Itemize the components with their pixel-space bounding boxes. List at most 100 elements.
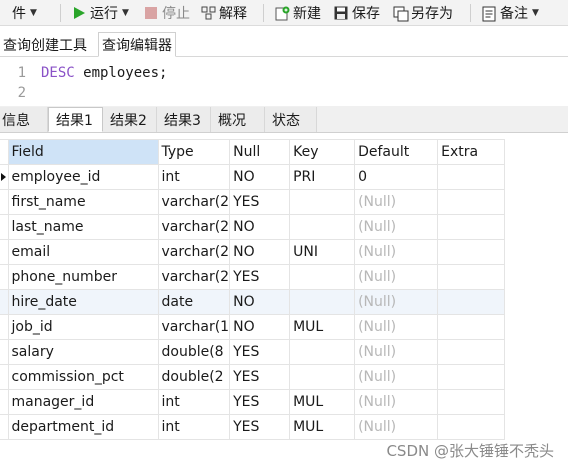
new-button[interactable]: 新建 — [275, 3, 321, 23]
cell-field[interactable]: commission_pct — [7, 364, 159, 390]
cell-default[interactable]: (Null) — [354, 414, 439, 440]
cell-null[interactable]: NO — [229, 289, 291, 315]
cell-null[interactable]: NO — [229, 314, 291, 340]
cell-extra[interactable] — [437, 289, 506, 315]
table-row[interactable]: department_id int YES MUL (Null) — [0, 414, 506, 440]
column-header-type[interactable]: Type — [157, 139, 231, 165]
tab-query-editor[interactable]: 查询编辑器 — [98, 32, 176, 57]
cell-extra[interactable] — [437, 164, 506, 190]
tab-result-1[interactable]: 结果1 — [48, 107, 103, 132]
cell-key[interactable]: MUL — [289, 414, 356, 440]
cell-null[interactable]: YES — [229, 414, 291, 440]
column-header-null[interactable]: Null — [229, 139, 291, 165]
tab-query-builder[interactable]: 查询创建工具 — [0, 32, 90, 57]
cell-null[interactable]: YES — [229, 389, 291, 415]
run-button[interactable]: 运行 ▼ — [72, 3, 129, 23]
cell-type[interactable]: double(8 — [157, 339, 231, 365]
cell-default[interactable]: 0 — [354, 164, 439, 190]
tab-result-3[interactable]: 结果3 — [157, 107, 211, 132]
tab-info[interactable]: 信息 — [0, 107, 48, 132]
row-gutter[interactable] — [0, 339, 9, 365]
cell-default[interactable]: (Null) — [354, 189, 439, 215]
cell-null[interactable]: NO — [229, 164, 291, 190]
cell-field[interactable]: job_id — [7, 314, 159, 340]
cell-field[interactable]: phone_number — [7, 264, 159, 290]
cell-field[interactable]: first_name — [7, 189, 159, 215]
cell-type[interactable]: varchar(2 — [157, 239, 231, 265]
column-header-key[interactable]: Key — [289, 139, 356, 165]
cell-extra[interactable] — [437, 239, 506, 265]
row-gutter[interactable] — [0, 239, 9, 265]
cell-default[interactable]: (Null) — [354, 364, 439, 390]
cell-type[interactable]: int — [157, 389, 231, 415]
cell-key[interactable] — [289, 339, 356, 365]
column-header-default[interactable]: Default — [354, 139, 439, 165]
cell-default[interactable]: (Null) — [354, 389, 439, 415]
table-row[interactable]: job_id varchar(1 NO MUL (Null) — [0, 314, 506, 340]
cell-type[interactable]: double(2 — [157, 364, 231, 390]
tab-status[interactable]: 状态 — [265, 107, 317, 132]
table-row[interactable]: last_name varchar(2 NO (Null) — [0, 214, 506, 240]
cell-key[interactable] — [289, 264, 356, 290]
row-gutter[interactable] — [0, 264, 9, 290]
cell-field[interactable]: hire_date — [7, 289, 159, 315]
cell-field[interactable]: department_id — [7, 414, 159, 440]
cell-extra[interactable] — [437, 339, 506, 365]
stop-button[interactable]: 停止 — [144, 3, 190, 23]
tab-overview[interactable]: 概况 — [211, 107, 265, 132]
sql-editor[interactable]: 1 DESC employees; 2 — [0, 60, 568, 104]
cell-extra[interactable] — [437, 364, 506, 390]
cell-type[interactable]: varchar(2 — [157, 189, 231, 215]
cell-key[interactable] — [289, 214, 356, 240]
cell-key[interactable] — [289, 289, 356, 315]
cell-type[interactable]: varchar(1 — [157, 314, 231, 340]
row-gutter[interactable] — [0, 289, 9, 315]
row-gutter[interactable] — [0, 164, 9, 190]
cell-field[interactable]: manager_id — [7, 389, 159, 415]
cell-field[interactable]: last_name — [7, 214, 159, 240]
cell-key[interactable]: UNI — [289, 239, 356, 265]
column-header-field[interactable]: Field — [7, 139, 159, 165]
cell-extra[interactable] — [437, 389, 506, 415]
cell-default[interactable]: (Null) — [354, 214, 439, 240]
cell-key[interactable] — [289, 364, 356, 390]
table-row[interactable]: email varchar(2 NO UNI (Null) — [0, 239, 506, 265]
cell-null[interactable]: YES — [229, 364, 291, 390]
cell-field[interactable]: employee_id — [7, 164, 159, 190]
cell-extra[interactable] — [437, 264, 506, 290]
menu-file[interactable]: 件 ▼ — [12, 3, 37, 23]
cell-key[interactable]: MUL — [289, 389, 356, 415]
save-button[interactable]: 保存 — [334, 3, 380, 23]
cell-default[interactable]: (Null) — [354, 339, 439, 365]
cell-null[interactable]: NO — [229, 239, 291, 265]
cell-default[interactable]: (Null) — [354, 289, 439, 315]
cell-extra[interactable] — [437, 214, 506, 240]
cell-null[interactable]: YES — [229, 264, 291, 290]
table-row[interactable]: employee_id int NO PRI 0 — [0, 164, 506, 190]
cell-field[interactable]: email — [7, 239, 159, 265]
cell-type[interactable]: int — [157, 164, 231, 190]
table-row[interactable]: salary double(8 YES (Null) — [0, 339, 506, 365]
row-gutter[interactable] — [0, 189, 9, 215]
row-gutter[interactable] — [0, 214, 9, 240]
table-row[interactable]: phone_number varchar(2 YES (Null) — [0, 264, 506, 290]
column-header-extra[interactable]: Extra — [437, 139, 506, 165]
cell-default[interactable]: (Null) — [354, 314, 439, 340]
cell-key[interactable]: MUL — [289, 314, 356, 340]
table-row[interactable]: commission_pct double(2 YES (Null) — [0, 364, 506, 390]
table-row[interactable]: hire_date date NO (Null) — [0, 289, 506, 315]
cell-null[interactable]: NO — [229, 214, 291, 240]
cell-null[interactable]: YES — [229, 189, 291, 215]
table-row[interactable]: manager_id int YES MUL (Null) — [0, 389, 506, 415]
cell-null[interactable]: YES — [229, 339, 291, 365]
explain-button[interactable]: 解释 — [201, 3, 247, 23]
row-gutter[interactable] — [0, 414, 9, 440]
table-row[interactable]: first_name varchar(2 YES (Null) — [0, 189, 506, 215]
save-as-button[interactable]: 另存为 — [393, 3, 453, 23]
cell-default[interactable]: (Null) — [354, 239, 439, 265]
result-grid[interactable]: Field Type Null Key Default Extra employ… — [0, 139, 568, 469]
cell-extra[interactable] — [437, 189, 506, 215]
row-gutter[interactable] — [0, 314, 9, 340]
cell-type[interactable]: int — [157, 414, 231, 440]
cell-field[interactable]: salary — [7, 339, 159, 365]
